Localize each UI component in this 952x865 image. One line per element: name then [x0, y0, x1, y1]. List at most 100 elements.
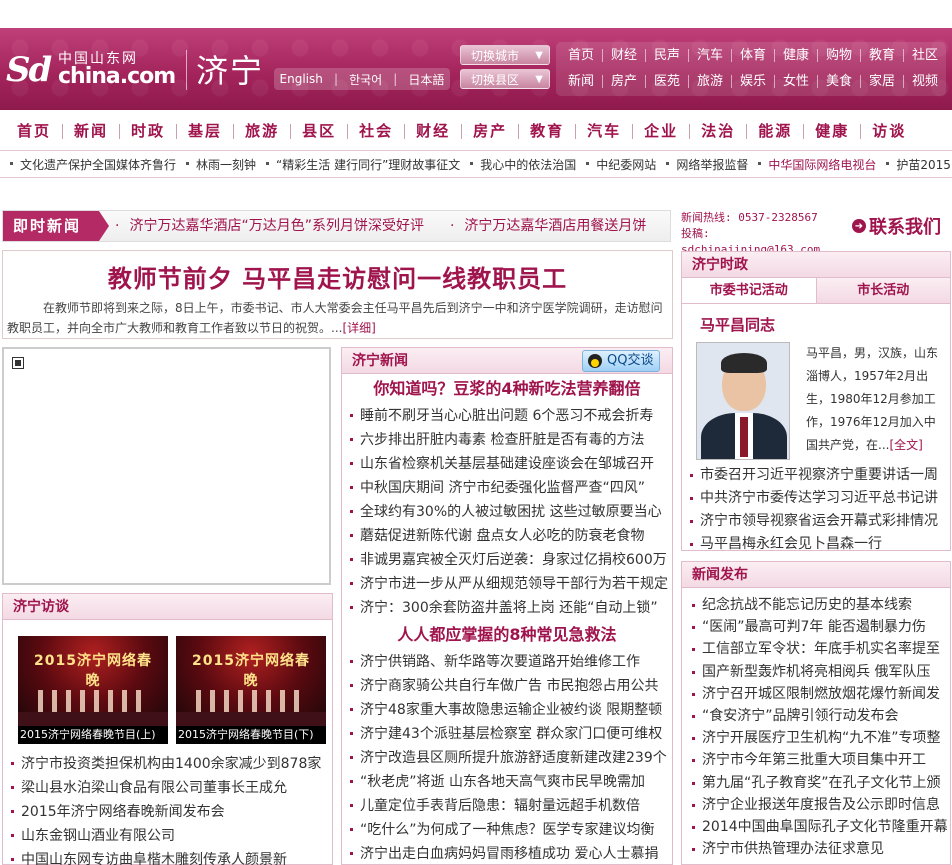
list-item[interactable]: 中秋国庆期间 济宁市纪委强化监督严查“四风” — [346, 476, 672, 500]
channel-link[interactable]: 家居 — [861, 74, 904, 88]
main-nav-item[interactable]: 财经 — [405, 123, 463, 139]
topic-link[interactable]: “精彩生活 建行同行”理财故事征文 — [262, 156, 466, 173]
main-nav-item[interactable]: 基层 — [177, 123, 235, 139]
list-item[interactable]: 济宁：300余套防盗井盖将上岗 还能“自动上锁” — [346, 596, 672, 620]
topic-link[interactable]: 林雨一刻钟 — [182, 156, 262, 173]
official-name[interactable]: 马平昌同志 — [682, 304, 950, 340]
lang-japanese[interactable]: 日本語 — [408, 71, 444, 88]
list-item[interactable]: 中国山东网专访曲阜楷木雕刻传承人颜景新 — [7, 848, 327, 865]
main-nav-item[interactable]: 汽车 — [576, 123, 634, 139]
list-item[interactable]: “吃什么”为何成了一种焦虑？医学专家建议均衡 — [346, 818, 672, 842]
list-item[interactable]: 蘑菇促进新陈代谢 盘点女人必吃的防衰老食物 — [346, 524, 672, 548]
interview-thumbnail[interactable]: 2015济宁网络春晚 2015济宁网络春晚节目(下) — [176, 636, 326, 744]
topic-link[interactable]: 中华国际网络电视台 — [754, 156, 882, 173]
switch-county-dropdown[interactable]: 切换县区 ▼ — [460, 69, 550, 89]
main-nav-item[interactable]: 时政 — [120, 123, 178, 139]
main-nav-item[interactable]: 法治 — [690, 123, 748, 139]
list-item[interactable]: 2014中国曲阜国际孔子文化节隆重开幕 — [688, 816, 950, 838]
channel-link[interactable]: 健康 — [775, 48, 818, 62]
channel-link[interactable]: 教育 — [861, 48, 904, 62]
list-item[interactable]: 2015年济宁网络春晚新闻发布会 — [7, 800, 327, 824]
topic-link[interactable]: 护苗2015 — [882, 156, 952, 173]
main-nav-item[interactable]: 社会 — [348, 123, 406, 139]
main-nav-item[interactable]: 房产 — [462, 123, 520, 139]
list-item[interactable]: “食安济宁”品牌引领行动发布会 — [688, 705, 950, 727]
list-item[interactable]: 济宁市投资类担保机构由1400余家减少到878家 — [7, 752, 327, 776]
list-item[interactable]: 睡前不刷牙当心心脏出问题 6个恶习不戒会折寿 — [346, 404, 672, 428]
channel-link[interactable]: 医苑 — [646, 74, 689, 88]
channel-link[interactable]: 娱乐 — [732, 74, 775, 88]
list-item[interactable]: 六步排出肝脏内毒素 检查肝脏是否有毒的方法 — [346, 428, 672, 452]
list-item[interactable]: 全球约有30%的人被过敏困扰 这些过敏原要当心 — [346, 500, 672, 524]
interviews-title[interactable]: 济宁访谈 — [3, 594, 332, 620]
topic-link[interactable]: 文化遗产保护全国媒体齐鲁行 — [6, 156, 182, 173]
list-item[interactable]: 山东金钢山酒业有限公司 — [7, 824, 327, 848]
list-item[interactable]: 纪念抗战不能忘记历史的基本线索 — [688, 594, 950, 616]
list-item[interactable]: 中共济宁市委传达学习习近平总书记讲 — [686, 487, 948, 510]
official-photo[interactable] — [696, 342, 790, 460]
list-item[interactable]: 济宁48家重大事故隐患运输企业被约谈 限期整顿 — [346, 698, 672, 722]
press-release-title[interactable]: 新闻发布 — [682, 562, 950, 588]
list-item[interactable]: 济宁改造县区厕所提升旅游舒适度新建改建239个 — [346, 746, 672, 770]
video-player[interactable] — [2, 347, 331, 585]
tab-secretary[interactable]: 市委书记活动 — [682, 278, 817, 303]
breaking-news-item[interactable]: 济宁万达嘉华酒店“万达月色”系列月饼深受好评 — [115, 218, 424, 234]
list-item[interactable]: 第九届“孔子教育奖”在孔子文化节上颁 — [688, 772, 950, 794]
list-item[interactable]: 非诚男嘉宾被全灭灯后逆袭：身家过亿捐校600万 — [346, 548, 672, 572]
channel-link[interactable]: 旅游 — [689, 74, 732, 88]
channel-link[interactable]: 首页 — [560, 48, 603, 62]
list-item[interactable]: 马平昌梅永红会见卜昌森一行 — [686, 533, 948, 556]
list-item[interactable]: 济宁商家骑公共自行车做广告 市民抱怨占用公共 — [346, 674, 672, 698]
channel-link[interactable]: 体育 — [732, 48, 775, 62]
channel-link[interactable]: 美食 — [818, 74, 861, 88]
channel-link[interactable]: 财经 — [603, 48, 646, 62]
channel-link[interactable]: 女性 — [775, 74, 818, 88]
interview-thumbnail[interactable]: 2015济宁网络春晚 2015济宁网络春晚节目(上) — [18, 636, 168, 744]
jining-news-title[interactable]: 济宁新闻 — [352, 353, 408, 369]
list-item[interactable]: 济宁市进一步从严从细规范领导干部行为若干规定 — [346, 572, 672, 596]
main-nav-item[interactable]: 教育 — [519, 123, 577, 139]
main-nav-item[interactable]: 旅游 — [234, 123, 292, 139]
topic-link[interactable]: 网络举报监督 — [662, 156, 754, 173]
site-logo[interactable]: Sd 中国山东网 china.com — [6, 46, 182, 94]
list-item[interactable]: 济宁市供热管理办法征求意见 — [688, 838, 950, 860]
list-item[interactable]: 山东省检察机关基层基础建设座谈会在邹城召开 — [346, 452, 672, 476]
tab-mayor[interactable]: 市长活动 — [816, 278, 950, 303]
channel-link[interactable]: 民声 — [646, 48, 689, 62]
lang-korean[interactable]: 한국어 — [349, 71, 382, 88]
channel-link[interactable]: 汽车 — [689, 48, 732, 62]
list-item[interactable]: “医闹”最高可判7年 能否遏制暴力伤 — [688, 616, 950, 638]
list-item[interactable]: 济宁供销路、新华路等次要道路开始维修工作 — [346, 650, 672, 674]
qq-chat-button[interactable]: QQ交谈 — [582, 350, 660, 372]
list-item[interactable]: 国产新型轰炸机将亮相阅兵 俄军队压 — [688, 661, 950, 683]
channel-link[interactable]: 购物 — [818, 48, 861, 62]
list-item[interactable]: 梁山县水泊梁山食品有限公司董事长王成允 — [7, 776, 327, 800]
main-nav-item[interactable]: 县区 — [291, 123, 349, 139]
topic-link[interactable]: 我心中的依法治国 — [466, 156, 582, 173]
list-item[interactable]: 济宁出走白血病妈妈冒雨移植成功 爱心人士慕捐 — [346, 842, 672, 865]
list-item[interactable]: 市委召开习近平视察济宁重要讲话一周 — [686, 464, 948, 487]
politics-title[interactable]: 济宁时政 — [682, 252, 950, 278]
main-nav-item[interactable]: 企业 — [633, 123, 691, 139]
main-nav-item[interactable]: 访谈 — [861, 123, 917, 139]
list-item[interactable]: 济宁开展医疗卫生机构“九不准”专项整 — [688, 727, 950, 749]
list-item[interactable]: 儿童定位手表背后隐患：辐射量远超手机数倍 — [346, 794, 672, 818]
list-item[interactable]: 济宁企业报送年度报告及公示即时信息 — [688, 794, 950, 816]
official-bio-more[interactable]: [全文] — [889, 438, 922, 452]
list-item[interactable]: “秋老虎”将逝 山东各地天高气爽市民早晚需加 — [346, 770, 672, 794]
lang-english[interactable]: English — [280, 72, 323, 86]
topic-link[interactable]: 中纪委网站 — [582, 156, 662, 173]
main-nav-item[interactable]: 新闻 — [63, 123, 121, 139]
switch-city-dropdown[interactable]: 切换城市 ▼ — [460, 45, 550, 65]
main-nav-item[interactable]: 首页 — [6, 123, 64, 139]
list-item[interactable]: 济宁召开城区限制燃放烟花爆竹新闻发 — [688, 683, 950, 705]
feature-headline[interactable]: 人人都应掌握的8种常见急救法 — [342, 620, 672, 650]
list-item[interactable]: 济宁市领导视察省运会开幕式彩排情况 — [686, 510, 948, 533]
headline-more-link[interactable]: [详细] — [342, 321, 375, 335]
list-item[interactable]: 济宁建43个派驻基层检察室 群众家门口便可维权 — [346, 722, 672, 746]
stop-icon[interactable] — [12, 357, 24, 369]
contact-us-button[interactable]: ➜ 联系我们 — [852, 214, 941, 238]
main-nav-item[interactable]: 能源 — [747, 123, 805, 139]
channel-link[interactable]: 房产 — [603, 74, 646, 88]
feature-headline[interactable]: 你知道吗？豆浆的4种新吃法营养翻倍 — [342, 374, 672, 404]
